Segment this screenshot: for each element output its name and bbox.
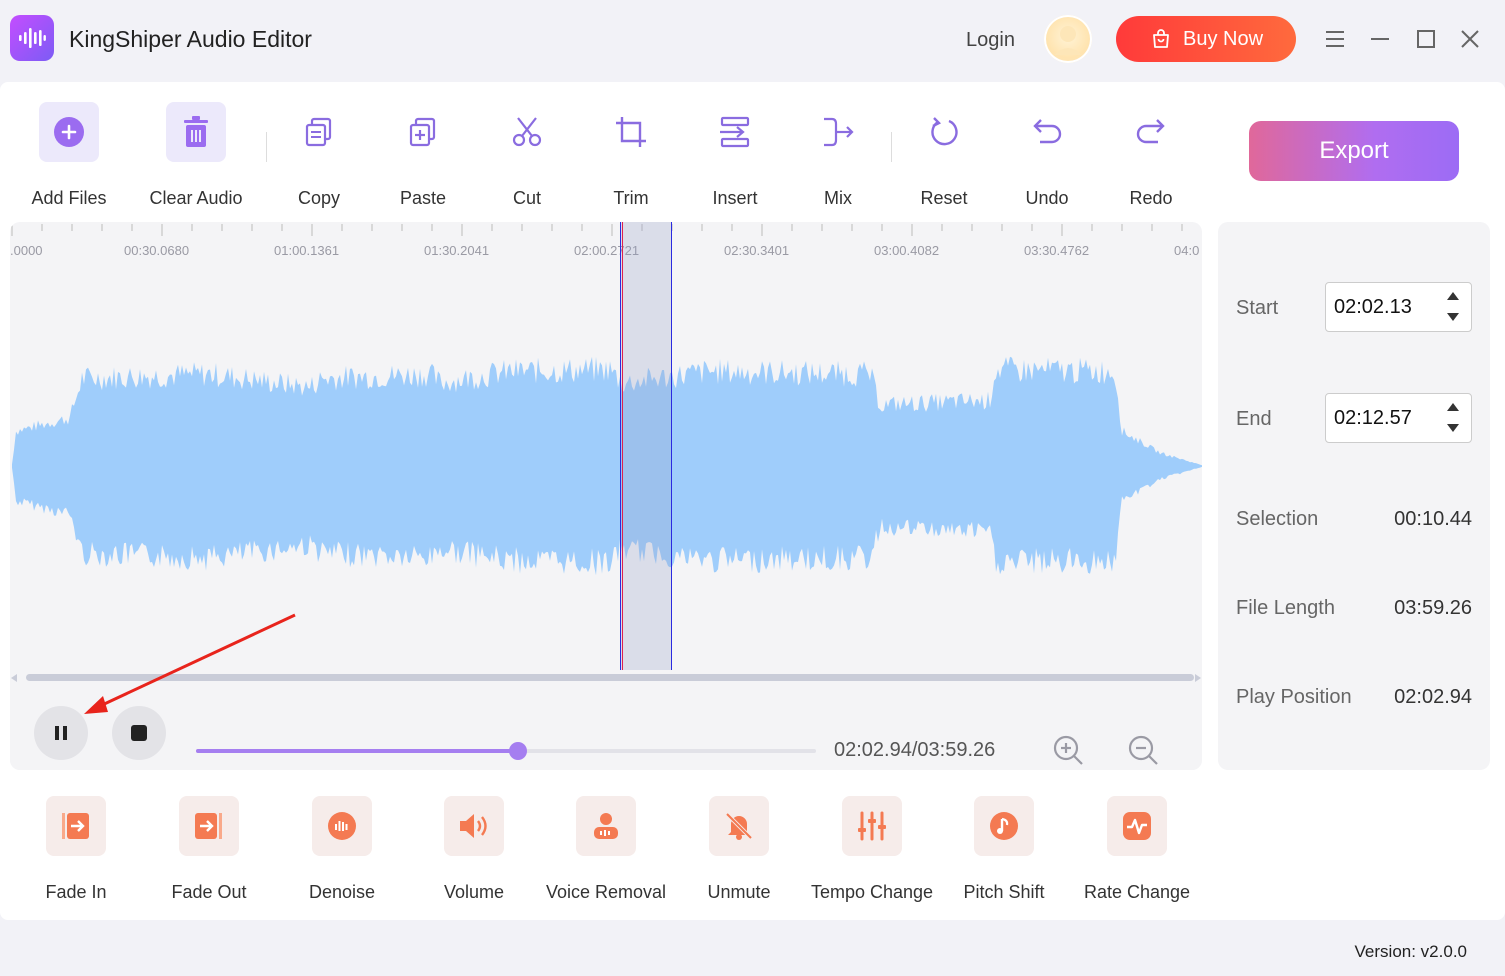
tempo-change-button[interactable]: Tempo Change — [802, 796, 942, 903]
transport-bar: 02:02.94/03:59.26 — [10, 682, 1202, 770]
maximize-icon — [1417, 30, 1435, 48]
selection-info-panel: Start End Selection 00:10.44 File Length… — [1218, 222, 1490, 770]
pitch-shift-button[interactable]: Pitch Shift — [934, 796, 1074, 903]
bell-mute-icon — [725, 812, 753, 840]
trash-icon — [184, 116, 208, 147]
end-time-input[interactable] — [1334, 403, 1442, 433]
copy-button[interactable]: Copy — [267, 102, 371, 209]
file-length-value: 03:59.26 — [1394, 597, 1472, 619]
mix-icon — [824, 117, 854, 147]
version-label: Version: v2.0.0 — [1354, 942, 1467, 961]
add-files-button[interactable]: Add Files — [17, 102, 121, 209]
export-button[interactable]: Export — [1249, 121, 1459, 181]
fade-in-icon — [62, 813, 89, 839]
undo-icon — [1033, 119, 1062, 144]
horizontal-scrollbar[interactable] — [26, 674, 1194, 681]
play-position-value: 02:02.94 — [1394, 686, 1472, 708]
selection-region[interactable] — [620, 222, 672, 670]
waveform[interactable] — [10, 222, 1202, 670]
end-time-field[interactable] — [1325, 393, 1472, 443]
close-button[interactable] — [1455, 24, 1485, 54]
pause-button[interactable] — [34, 706, 88, 760]
zoom-out-button[interactable] — [1125, 732, 1161, 768]
zoom-in-button[interactable] — [1050, 732, 1086, 768]
login-link[interactable]: Login — [966, 29, 1015, 52]
crop-icon — [616, 117, 646, 147]
menu-button[interactable] — [1320, 24, 1350, 54]
maximize-button[interactable] — [1411, 24, 1441, 54]
end-label: End — [1236, 408, 1272, 430]
hamburger-icon — [1326, 31, 1344, 47]
decrement-arrow-icon[interactable] — [1447, 424, 1459, 432]
voice-removal-button[interactable]: Voice Removal — [536, 796, 676, 903]
buy-now-label: Buy Now — [1182, 27, 1264, 50]
undo-button[interactable]: Undo — [995, 102, 1099, 209]
copy-icon — [305, 117, 332, 147]
app-logo — [10, 15, 54, 61]
main-panel: Add Files Clear Audio Copy Paste Cut Tri… — [0, 82, 1505, 920]
buy-now-button[interactable]: Buy Now — [1116, 16, 1296, 62]
sliders-icon — [858, 811, 886, 841]
selection-label: Selection — [1236, 508, 1319, 530]
time-readout: 02:02.94/03:59.26 — [834, 739, 996, 761]
denoise-icon — [328, 812, 356, 840]
clear-audio-button[interactable]: Clear Audio — [144, 102, 248, 209]
stop-icon — [131, 725, 147, 741]
avatar[interactable] — [1044, 15, 1092, 63]
decrement-arrow-icon[interactable] — [1447, 313, 1459, 321]
fade-in-button[interactable]: Fade In — [6, 796, 146, 903]
rate-change-button[interactable]: Rate Change — [1067, 796, 1207, 903]
scroll-left-icon[interactable] — [11, 674, 17, 682]
insert-button[interactable]: Insert — [683, 102, 787, 209]
music-note-icon — [990, 812, 1018, 840]
redo-button[interactable]: Redo — [1099, 102, 1203, 209]
fade-out-icon — [195, 813, 222, 839]
minimize-icon — [1371, 38, 1389, 40]
user-avatar-icon — [1054, 26, 1082, 55]
trim-button[interactable]: Trim — [579, 102, 683, 209]
scroll-right-icon[interactable] — [1195, 674, 1201, 682]
pulse-icon — [1123, 812, 1151, 840]
scissors-icon — [512, 117, 542, 147]
playback-progress — [196, 749, 519, 753]
mix-button[interactable]: Mix — [786, 102, 890, 209]
waveform-logo-icon — [19, 28, 46, 48]
selection-value: 00:10.44 — [1394, 508, 1472, 530]
redo-icon — [1136, 119, 1165, 144]
volume-button[interactable]: Volume — [404, 796, 544, 903]
playback-knob[interactable] — [509, 742, 528, 760]
zoom-out-icon — [1128, 735, 1158, 765]
play-position-label: Play Position — [1236, 686, 1352, 708]
increment-arrow-icon[interactable] — [1447, 292, 1459, 300]
pause-icon — [55, 726, 67, 740]
fade-out-button[interactable]: Fade Out — [139, 796, 279, 903]
start-time-field[interactable] — [1325, 282, 1472, 332]
minimize-button[interactable] — [1365, 24, 1395, 54]
insert-icon — [720, 116, 750, 148]
waveform-editor[interactable]: .0000 00:30.0680 01:00.1361 01:30.2041 0… — [10, 222, 1202, 770]
file-length-label: File Length — [1236, 597, 1335, 619]
playback-slider[interactable] — [196, 742, 816, 760]
reset-button[interactable]: Reset — [892, 102, 996, 209]
title-bar: KingShiper Audio Editor Login Buy Now — [0, 0, 1505, 80]
start-label: Start — [1236, 297, 1279, 319]
add-icon — [54, 117, 84, 147]
shopping-bag-icon — [1153, 29, 1169, 48]
zoom-in-icon — [1053, 735, 1083, 765]
voice-removal-icon — [594, 813, 618, 839]
paste-button[interactable]: Paste — [371, 102, 475, 209]
unmute-button[interactable]: Unmute — [669, 796, 809, 903]
start-time-input[interactable] — [1334, 292, 1442, 322]
reset-icon — [931, 117, 958, 146]
speaker-icon — [460, 814, 487, 838]
app-title: KingShiper Audio Editor — [69, 26, 312, 52]
denoise-button[interactable]: Denoise — [272, 796, 412, 903]
close-icon — [1461, 30, 1479, 48]
stop-button[interactable] — [112, 706, 166, 760]
cut-button[interactable]: Cut — [475, 102, 579, 209]
paste-icon — [409, 117, 436, 147]
playhead[interactable] — [622, 222, 623, 670]
increment-arrow-icon[interactable] — [1447, 403, 1459, 411]
